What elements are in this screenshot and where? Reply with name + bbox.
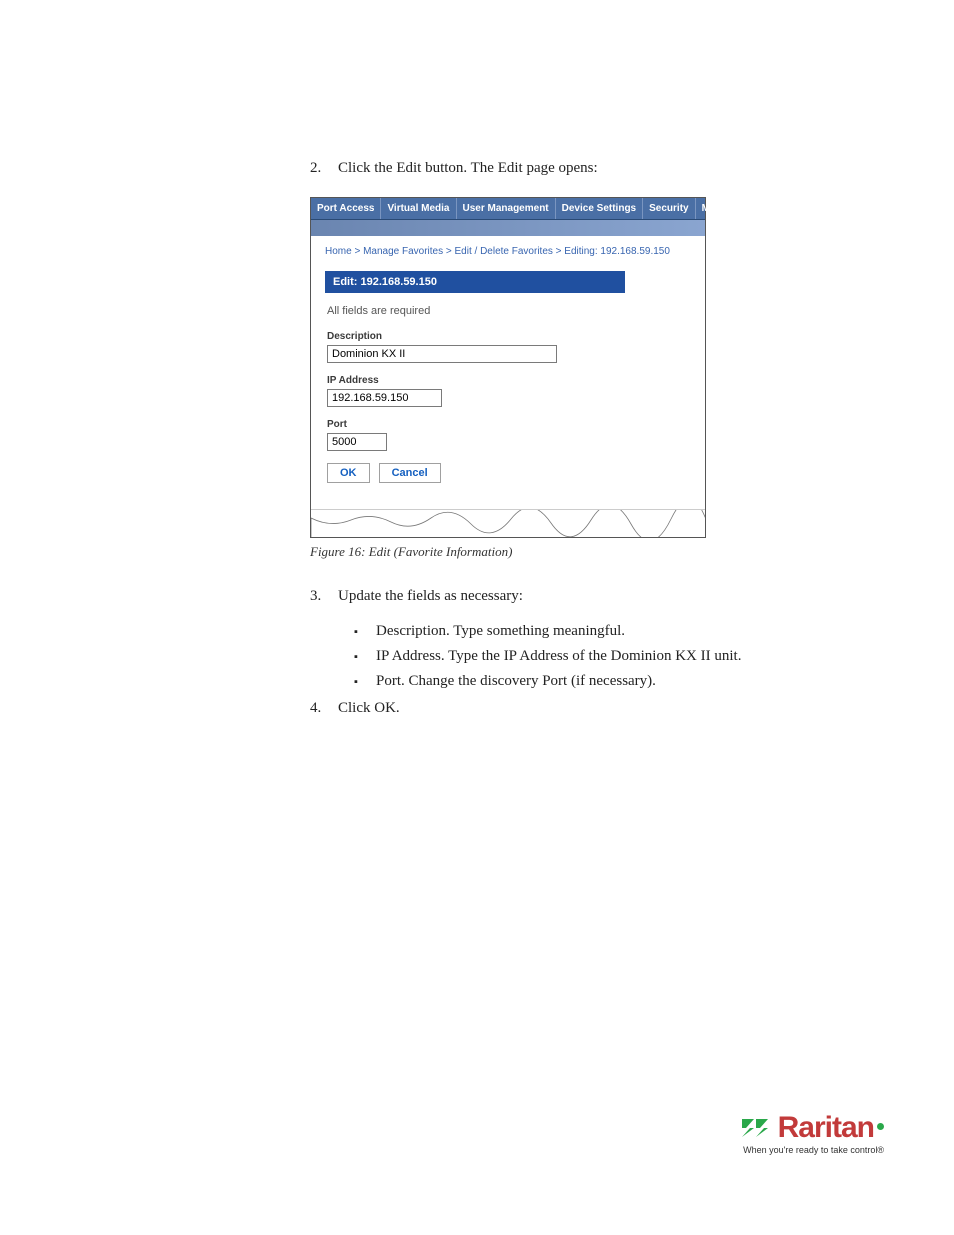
tab-user-management[interactable]: User Management [457, 198, 556, 219]
brand-name: Raritan [778, 1111, 874, 1145]
bullet-ip: ▪ IP Address. Type the IP Address of the… [354, 648, 874, 665]
ok-button[interactable]: OK [327, 463, 370, 483]
tab-virtual-media[interactable]: Virtual Media [381, 198, 456, 219]
description-field[interactable] [327, 345, 557, 363]
torn-edge [311, 509, 705, 537]
tab-shadow [311, 220, 705, 236]
step-2-text: Click the Edit button. The Edit page ope… [338, 160, 874, 177]
bullet-description: ▪ Description. Type something meaningful… [354, 623, 874, 640]
tab-device-settings[interactable]: Device Settings [556, 198, 643, 219]
bullet-2-text: IP Address. Type the IP Address of the D… [376, 648, 874, 665]
step-4: 4. Click OK. [310, 700, 874, 717]
footer-logo: Raritan When you're ready to take contro… [738, 1111, 884, 1155]
bullet-port: ▪ Port. Change the discovery Port (if ne… [354, 673, 874, 690]
bullet-glyph-icon: ▪ [354, 673, 376, 690]
edit-page-screenshot: Port Access Virtual Media User Managemen… [310, 197, 706, 538]
step-3: 3. Update the fields as necessary: [310, 588, 874, 605]
step-2-number: 2. [310, 160, 338, 177]
step-4-number: 4. [310, 700, 338, 717]
bullet-3-text: Port. Change the discovery Port (if nece… [376, 673, 874, 690]
label-description: Description [327, 331, 689, 342]
tab-port-access[interactable]: Port Access [311, 198, 381, 219]
tab-maint[interactable]: Maint [696, 198, 732, 219]
edit-panel: Edit: 192.168.59.150 All fields are requ… [325, 271, 691, 495]
panel-body: All fields are required Description IP A… [325, 293, 691, 495]
step-2: 2. Click the Edit button. The Edit page … [310, 160, 874, 177]
button-row: OK Cancel [327, 463, 689, 483]
panel-title: Edit: 192.168.59.150 [325, 271, 625, 293]
tab-security[interactable]: Security [643, 198, 695, 219]
raritan-logo-icon [738, 1113, 778, 1143]
ip-address-field[interactable] [327, 389, 442, 407]
port-field[interactable] [327, 433, 387, 451]
bullet-glyph-icon: ▪ [354, 648, 376, 665]
required-note: All fields are required [327, 305, 689, 317]
figure-caption: Figure 16: Edit (Favorite Information) [310, 544, 874, 560]
label-port: Port [327, 419, 689, 430]
bullet-glyph-icon: ▪ [354, 623, 376, 640]
step-3-text: Update the fields as necessary: [338, 588, 874, 605]
bullet-1-text: Description. Type something meaningful. [376, 623, 874, 640]
brand-tagline: When you're ready to take control® [738, 1145, 884, 1155]
brand-dot-icon [877, 1123, 884, 1130]
step-4-text: Click OK. [338, 700, 874, 717]
cancel-button[interactable]: Cancel [379, 463, 441, 483]
breadcrumb: Home > Manage Favorites > Edit / Delete … [311, 236, 705, 271]
tab-bar: Port Access Virtual Media User Managemen… [311, 198, 705, 220]
label-ip: IP Address [327, 375, 689, 386]
step-3-number: 3. [310, 588, 338, 605]
